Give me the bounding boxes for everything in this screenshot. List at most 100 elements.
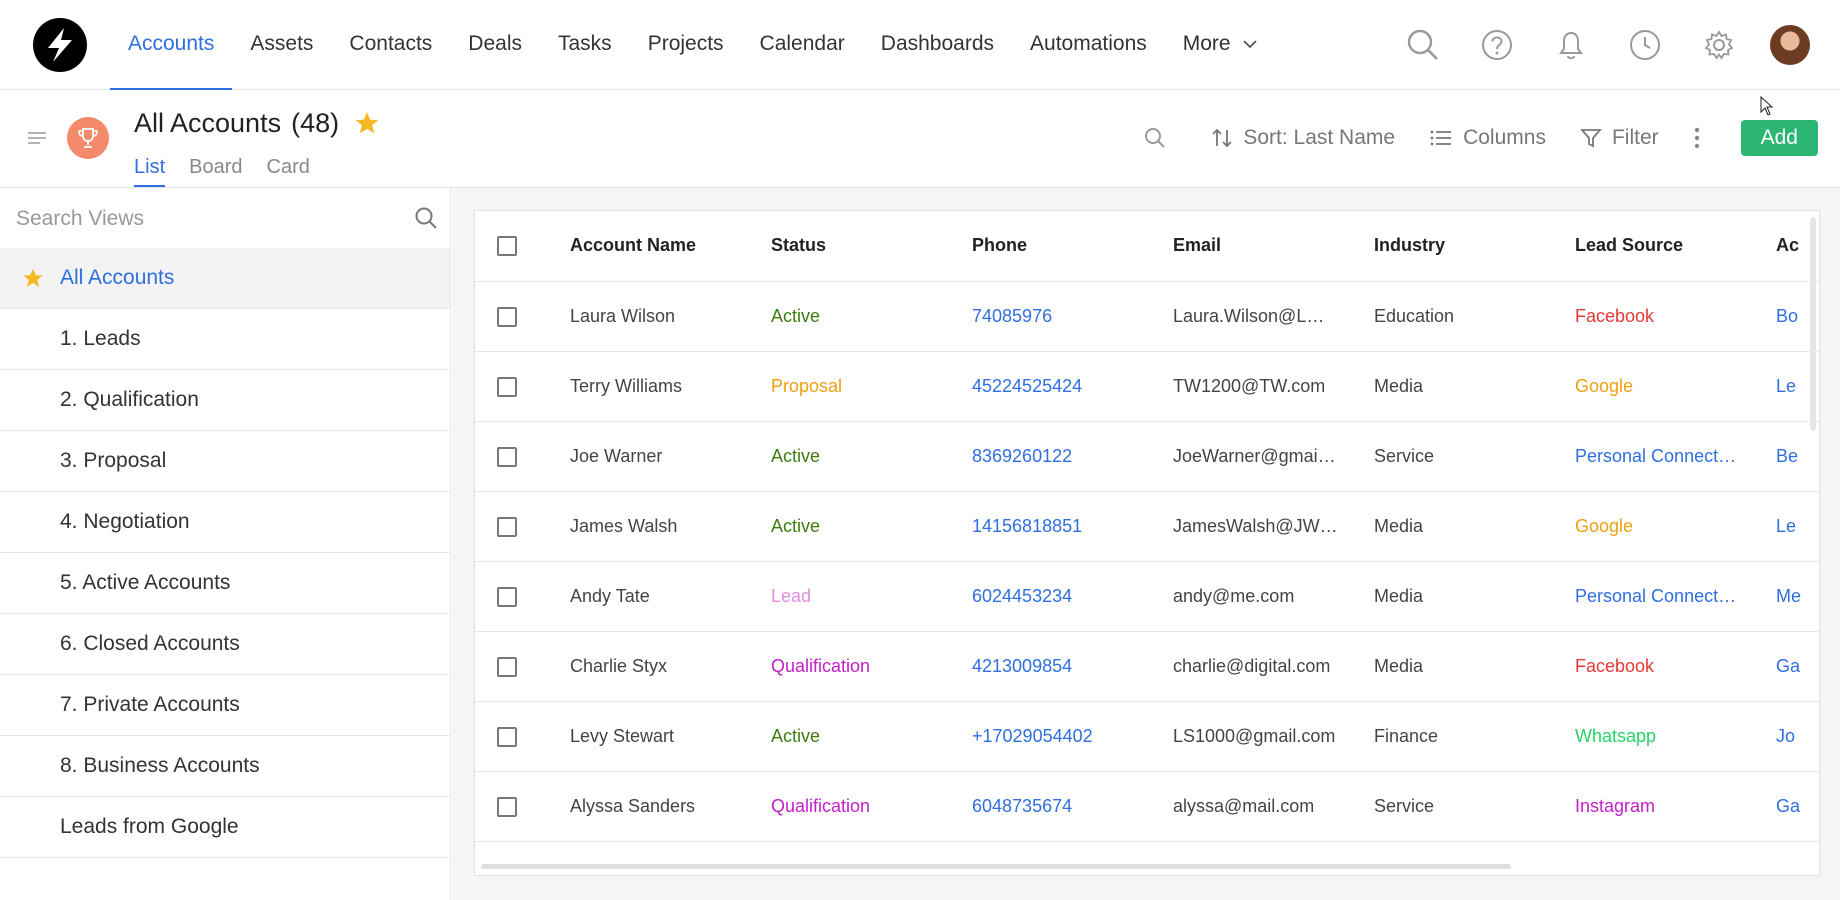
sidebar-view-item[interactable]: 1. Leads <box>0 309 450 370</box>
page-title-text: All Accounts <box>134 108 282 138</box>
cell-phone[interactable]: 74085976 <box>972 281 1173 352</box>
sidebar-view-item[interactable]: 2. Qualification <box>0 370 450 431</box>
nav-item-accounts[interactable]: Accounts <box>110 0 233 90</box>
column-header[interactable]: Lead Source <box>1575 211 1776 282</box>
sidebar-view-item[interactable]: 7. Private Accounts <box>0 675 450 736</box>
cell-owner[interactable]: Ga <box>1776 631 1819 702</box>
row-checkbox[interactable] <box>497 446 517 467</box>
add-button[interactable]: Add <box>1740 120 1818 156</box>
sort-button[interactable]: Sort: Last Name <box>1211 126 1395 150</box>
more-options-button[interactable] <box>1693 126 1711 150</box>
table-row[interactable]: Alyssa Sanders Qualification 6048735674 aly… <box>475 771 1819 842</box>
cell-source: Google <box>1575 351 1776 422</box>
sidebar-view-item[interactable]: 3. Proposal <box>0 431 450 492</box>
table-row[interactable]: Terry Williams Proposal 45224525424 TW1200@… <box>475 351 1819 422</box>
row-checkbox[interactable] <box>497 656 517 677</box>
avatar[interactable] <box>1770 25 1810 65</box>
horizontal-scrollbar[interactable] <box>481 864 1511 869</box>
search-icon[interactable] <box>414 206 438 230</box>
cell-email: LS1000@gmail.com <box>1173 701 1374 772</box>
column-header[interactable]: Phone <box>972 211 1173 282</box>
cell-email: charlie@digital.com <box>1173 631 1374 702</box>
row-checkbox[interactable] <box>497 586 517 607</box>
help-icon[interactable] <box>1474 22 1520 68</box>
mouse-cursor-icon <box>1760 96 1774 116</box>
cell-source: Google <box>1575 491 1776 562</box>
row-select-cell <box>475 351 570 422</box>
cell-phone[interactable]: 6024453234 <box>972 561 1173 632</box>
menu-icon[interactable] <box>26 130 48 146</box>
cell-email: JamesWalsh@JW… <box>1173 491 1374 562</box>
cell-name: Alyssa Sanders <box>570 771 771 842</box>
column-header[interactable]: Email <box>1173 211 1374 282</box>
table-row[interactable]: Levy Stewart Active +17029054402 LS1000@gma… <box>475 701 1819 772</box>
row-checkbox[interactable] <box>497 726 517 747</box>
record-count: (48) <box>291 108 340 138</box>
table-row[interactable]: James Walsh Active 14156818851 JamesWalsh@J… <box>475 491 1819 562</box>
tab-list[interactable]: List <box>134 156 166 187</box>
vertical-scrollbar[interactable] <box>1810 217 1816 431</box>
select-all-cell <box>475 211 570 282</box>
cell-source: Facebook <box>1575 631 1776 702</box>
row-checkbox[interactable] <box>497 376 517 397</box>
sidebar-view-item[interactable]: 5. Active Accounts <box>0 553 450 614</box>
bell-icon[interactable] <box>1548 22 1594 68</box>
columns-button[interactable]: Columns <box>1429 126 1546 150</box>
row-checkbox[interactable] <box>497 516 517 537</box>
nav-item-more[interactable]: More <box>1165 0 1277 90</box>
search-views-input[interactable] <box>16 204 396 234</box>
tab-board[interactable]: Board <box>189 156 242 187</box>
table-row[interactable]: Andy Tate Lead 6024453234 andy@me.com Media P… <box>475 561 1819 632</box>
tab-card[interactable]: Card <box>267 156 310 187</box>
gear-icon[interactable] <box>1696 22 1742 68</box>
select-all-checkbox[interactable] <box>497 236 517 257</box>
sidebar-view-item[interactable]: 4. Negotiation <box>0 492 450 553</box>
nav-item-projects[interactable]: Projects <box>630 0 742 90</box>
cell-phone[interactable]: +17029054402 <box>972 701 1173 772</box>
row-checkbox[interactable] <box>497 796 517 817</box>
chevron-down-icon <box>1243 40 1258 49</box>
cell-phone[interactable]: 8369260122 <box>972 421 1173 492</box>
sidebar-view-item[interactable]: 6. Closed Accounts <box>0 614 450 675</box>
sidebar-view-item[interactable]: Leads from Google <box>0 797 450 858</box>
sidebar-view-item[interactable]: 8. Business Accounts <box>0 736 450 797</box>
columns-label: Columns <box>1463 126 1546 149</box>
cell-status: Active <box>771 421 972 492</box>
cell-phone[interactable]: 6048735674 <box>972 771 1173 842</box>
row-checkbox[interactable] <box>497 306 517 327</box>
nav-item-tasks[interactable]: Tasks <box>540 0 630 90</box>
table-row[interactable]: Laura Wilson Active 74085976 Laura.Wilson@L… <box>475 281 1819 352</box>
views-list: All Accounts 1. Leads 2. Qualification 3. P… <box>0 248 450 858</box>
nav-item-deals[interactable]: Deals <box>450 0 540 90</box>
sidebar-view-item[interactable]: All Accounts <box>0 248 450 309</box>
column-header[interactable]: Account Name <box>570 211 771 282</box>
sidebar-view-label: 3. Proposal <box>60 449 167 472</box>
nav-item-calendar[interactable]: Calendar <box>742 0 863 90</box>
nav-item-dashboards[interactable]: Dashboards <box>863 0 1012 90</box>
favorite-star-icon[interactable] <box>354 110 380 136</box>
cell-owner[interactable]: Ga <box>1776 771 1819 842</box>
column-header[interactable]: Industry <box>1374 211 1575 282</box>
search-records-button[interactable] <box>1143 126 1177 150</box>
nav-item-assets[interactable]: Assets <box>232 0 331 90</box>
nav-item-contacts[interactable]: Contacts <box>331 0 450 90</box>
cell-owner[interactable]: Me <box>1776 561 1819 632</box>
nav-item-automations[interactable]: Automations <box>1012 0 1165 90</box>
sort-icon <box>1212 128 1232 148</box>
cell-owner[interactable]: Jo <box>1776 701 1819 772</box>
table-row[interactable]: Joe Warner Active 8369260122 JoeWarner@gmai… <box>475 421 1819 492</box>
cell-phone[interactable]: 14156818851 <box>972 491 1173 562</box>
sidebar-view-label: 5. Active Accounts <box>60 571 231 594</box>
trophy-icon <box>67 117 109 159</box>
cell-phone[interactable]: 45224525424 <box>972 351 1173 422</box>
cell-phone[interactable]: 4213009854 <box>972 631 1173 702</box>
app-logo[interactable] <box>33 18 87 72</box>
search-icon[interactable] <box>1400 22 1446 68</box>
cell-owner[interactable]: Le <box>1776 491 1819 562</box>
clock-icon[interactable] <box>1622 22 1668 68</box>
table-row[interactable]: Charlie Styx Qualification 4213009854 charl… <box>475 631 1819 702</box>
filter-button[interactable]: Filter <box>1579 126 1659 150</box>
cell-owner[interactable]: Be <box>1776 421 1819 492</box>
cell-name: Andy Tate <box>570 561 771 632</box>
column-header[interactable]: Status <box>771 211 972 282</box>
